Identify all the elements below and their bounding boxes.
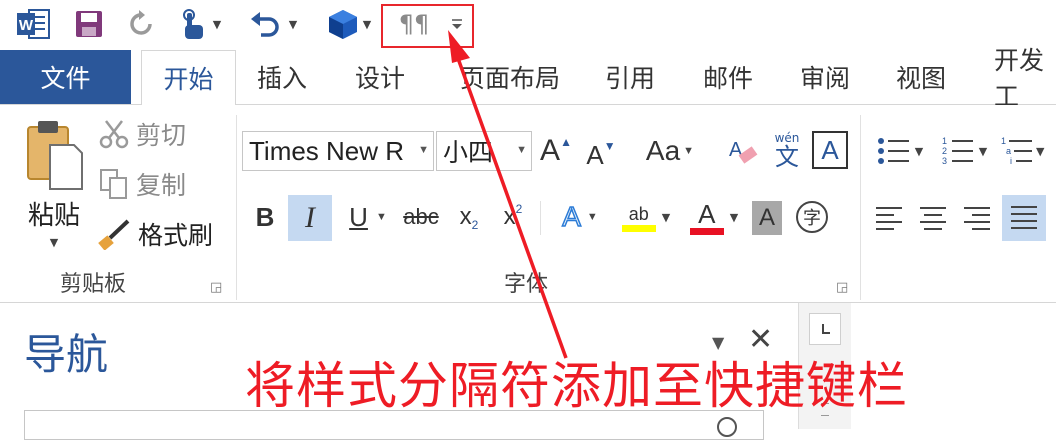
annotation-text: 将样式分隔符添加至快捷键栏 [245, 357, 908, 415]
